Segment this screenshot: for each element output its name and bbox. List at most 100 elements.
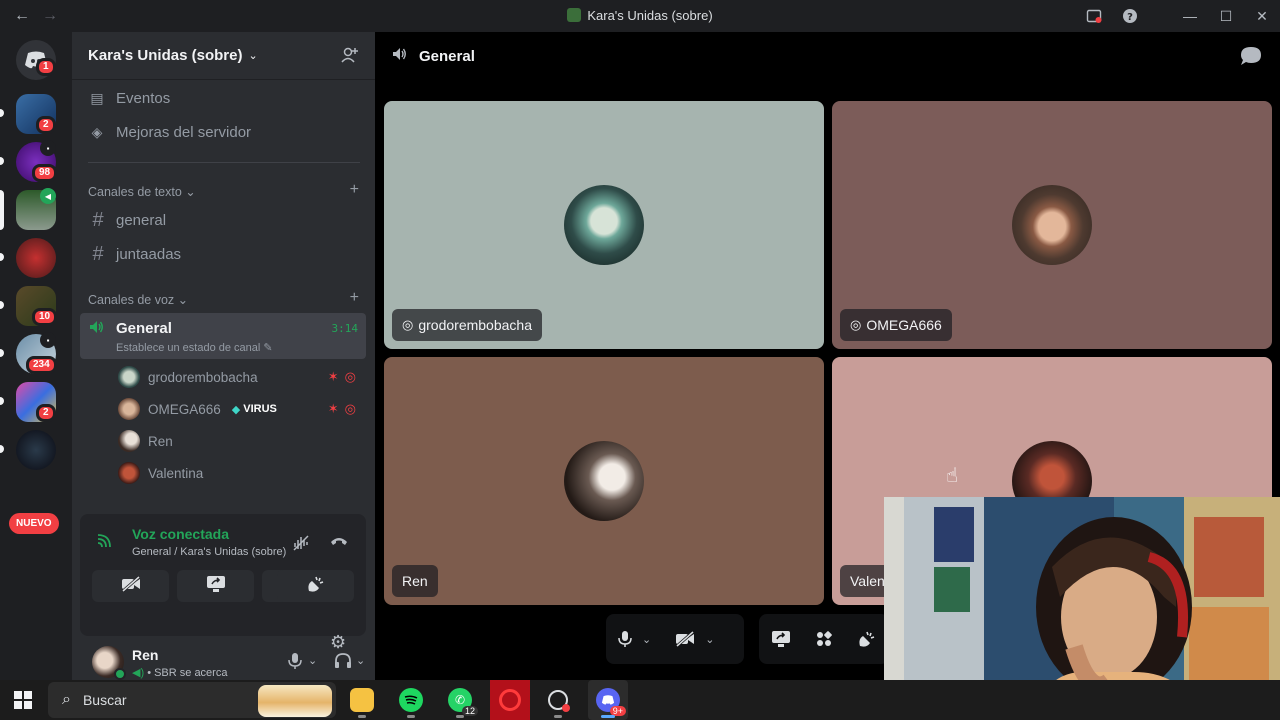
new-servers-badge[interactable]: NUEVO [9, 513, 59, 534]
events-item[interactable]: ▤ Eventos [88, 90, 170, 107]
voice-connected-title[interactable]: Voz conectada [132, 526, 229, 542]
signal-icon[interactable] [96, 533, 114, 554]
activities-icon[interactable] [815, 630, 833, 648]
server-header[interactable]: Kara's Unidas (sobre) ⌄ [72, 32, 375, 80]
chevron-down-icon[interactable]: ⌄ [705, 633, 714, 646]
server-badge: 98 [32, 164, 58, 182]
server-icon-4[interactable] [16, 238, 56, 278]
chat-bubble-icon[interactable] [1240, 46, 1262, 71]
clan-tag-text: VIRUS [243, 403, 277, 415]
voice-user[interactable]: grodorembobacha ✶ ◎ [118, 363, 362, 391]
unread-pill [0, 301, 4, 309]
file-explorer-app[interactable] [342, 680, 382, 720]
settings-gear-icon[interactable]: ⚙ [330, 632, 346, 653]
avatar [118, 398, 140, 420]
server-boost-item[interactable]: ◈ Mejoras del servidor [88, 124, 251, 141]
server-badge: 2 [36, 116, 56, 134]
voice-user[interactable]: OMEGA666 ◆ VIRUS ✶ ◎ [118, 395, 362, 423]
spotify-app[interactable] [391, 680, 431, 720]
search-box[interactable]: ⌕ Buscar [48, 682, 336, 718]
soundboard-icon [306, 575, 326, 598]
events-label: Eventos [116, 90, 171, 107]
speaker-icon: ◀ [40, 188, 56, 204]
participant-name: OMEGA666 [866, 317, 942, 333]
minimize-icon[interactable]: — [1172, 0, 1208, 32]
add-channel-icon[interactable]: + [350, 289, 359, 307]
video-tile[interactable]: Ren [384, 357, 824, 605]
text-channels-category[interactable]: Canales de texto ⌄ + [88, 181, 359, 199]
whatsapp-app[interactable]: ✆ 12 [440, 680, 480, 720]
user-flags: ✶ ◎ [328, 369, 356, 385]
calendar-icon: ▤ [90, 90, 104, 106]
server-name: Kara's Unidas (sobre) [88, 47, 243, 64]
voice-channels-category[interactable]: Canales de voz ⌄ + [88, 289, 359, 307]
user-panel: Ren ◀) • SBR se acerca ⌄ ⌄ [80, 638, 366, 680]
search-icon: ⌕ [62, 691, 71, 708]
camera-off-icon[interactable] [675, 631, 695, 647]
channel-juntaadas[interactable]: # juntaadas [88, 243, 181, 266]
clock-app[interactable] [538, 680, 578, 720]
screen-icon: ▪ [40, 140, 56, 156]
screen-share-icon[interactable] [771, 630, 791, 648]
chevron-down-icon[interactable]: ⌄ [308, 654, 317, 667]
microphone-icon[interactable] [618, 630, 632, 648]
voice-user-name: OMEGA666 [148, 401, 221, 417]
voice-connected-subtitle[interactable]: General / Kara's Unidas (sobre) [132, 546, 286, 558]
discord-app[interactable]: 9+ [588, 680, 628, 720]
window-title-text: Kara's Unidas (sobre) [587, 8, 713, 23]
deafened-icon: ◎ [402, 317, 414, 332]
voice-user-name: Ren [148, 433, 173, 449]
microphone-icon[interactable] [288, 652, 302, 675]
deafened-icon: ◎ [850, 317, 862, 332]
avatar [118, 430, 140, 452]
opera-app[interactable] [490, 680, 530, 720]
share-screen-button[interactable] [177, 570, 254, 602]
channel-status-text: Establece un estado de canal [116, 342, 261, 354]
avatar [118, 462, 140, 484]
add-channel-icon[interactable]: + [350, 181, 359, 199]
toggle-camera-button[interactable] [92, 570, 169, 602]
muted-icon: ✶ [327, 369, 339, 384]
channel-general[interactable]: # general [88, 209, 166, 232]
inbox-icon[interactable] [1076, 0, 1112, 32]
speaker-icon [391, 46, 409, 67]
clan-tag[interactable]: ◆ VIRUS [228, 401, 280, 417]
disconnect-icon[interactable] [330, 534, 348, 552]
user-flags: ✶ ◎ [328, 401, 356, 417]
screen-share-icon [206, 575, 226, 598]
voice-user[interactable]: Valentina [118, 459, 362, 487]
help-icon[interactable]: ? [1112, 0, 1148, 32]
voice-user[interactable]: Ren [118, 427, 362, 455]
close-icon[interactable]: ✕ [1244, 0, 1280, 32]
chevron-down-icon[interactable]: ⌄ [356, 654, 365, 667]
channel-status[interactable]: Establece un estado de canal ✎ [116, 341, 273, 354]
server-icon-8[interactable] [16, 430, 56, 470]
unread-pill [0, 109, 4, 117]
headphones-icon[interactable] [334, 652, 352, 675]
invite-people-icon[interactable] [341, 46, 359, 69]
video-tile[interactable]: ◎ OMEGA666 [832, 101, 1272, 349]
unread-pill [0, 397, 4, 405]
title-bar: ← → Kara's Unidas (sobre) ? — ☐ ✕ [0, 0, 1280, 32]
avatar [118, 366, 140, 388]
noise-suppression-icon[interactable] [292, 534, 310, 556]
chevron-down-icon[interactable]: ⌄ [642, 633, 651, 646]
stage-action-controls [759, 614, 889, 664]
pencil-icon: ✎ [263, 342, 273, 354]
participant-name: grodorembobacha [418, 317, 532, 333]
soundboard-icon[interactable] [857, 630, 877, 648]
voice-channel-general[interactable]: General Establece un estado de canal ✎ 3… [80, 313, 366, 359]
recording-dot [562, 704, 570, 712]
chevron-down-icon: ⌄ [185, 185, 196, 199]
window-controls: ? — ☐ ✕ [1076, 0, 1280, 32]
windows-start-icon[interactable] [14, 691, 32, 709]
avatar [564, 441, 644, 521]
muted-icon: ✶ [327, 401, 339, 416]
video-tile[interactable]: ◎ grodorembobacha [384, 101, 824, 349]
hash-icon: # [92, 243, 104, 265]
svg-text:?: ? [1127, 12, 1133, 23]
username[interactable]: Ren [132, 647, 158, 663]
maximize-icon[interactable]: ☐ [1208, 0, 1244, 32]
camera-off-icon [121, 575, 141, 597]
soundboard-button[interactable] [277, 570, 354, 602]
